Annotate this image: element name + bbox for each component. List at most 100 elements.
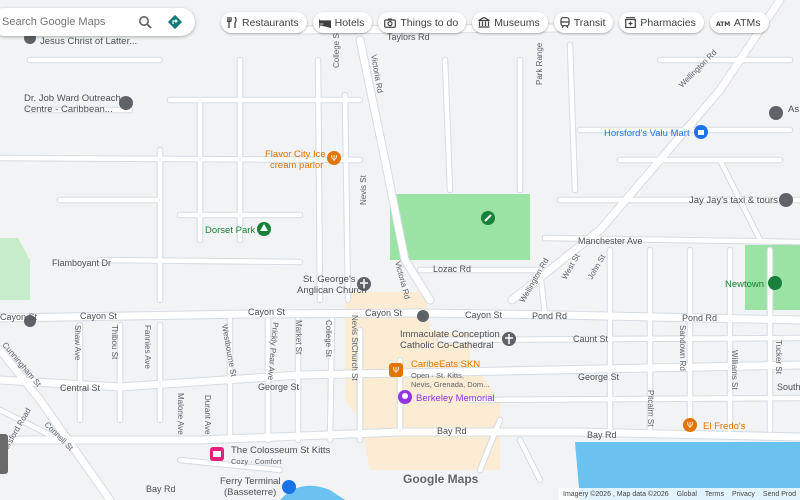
- street-label: Nevis St: [350, 315, 359, 346]
- chip-label: ATMs: [733, 16, 761, 29]
- chip-things-to-do[interactable]: Things to do: [378, 12, 467, 33]
- street-label: Cayon St: [248, 307, 286, 317]
- street-label: South: [777, 382, 800, 392]
- place-jesus[interactable]: Jesus Christ of Latter...: [40, 36, 137, 47]
- directions-icon[interactable]: [164, 11, 186, 33]
- street-label: College St: [324, 320, 333, 358]
- chip-label: Things to do: [400, 16, 459, 29]
- pin-elfredos[interactable]: Ψ: [683, 418, 697, 432]
- google-maps-logo: Google Maps: [403, 472, 479, 486]
- place-newtown[interactable]: Newtown: [725, 279, 764, 290]
- street-label: Williams St: [730, 350, 739, 390]
- place-berkeley[interactable]: Berkeley Memorial: [416, 393, 495, 404]
- pin-as[interactable]: [769, 106, 783, 120]
- street-label: Malone Ave: [176, 393, 185, 435]
- pin-berkeley[interactable]: [398, 390, 412, 404]
- street-label: Pond Rd: [532, 311, 568, 321]
- pin-flavor-city[interactable]: Ψ: [327, 151, 341, 165]
- street-label: Thibou St: [110, 325, 119, 360]
- global-link[interactable]: Global: [677, 491, 697, 498]
- pin-newtown[interactable]: [768, 276, 782, 290]
- place-elfredos[interactable]: El Fredo's: [703, 421, 745, 432]
- chip-label: Hotels: [334, 16, 365, 29]
- svg-text:ATM: ATM: [716, 21, 730, 27]
- street-label: Pond Rd: [682, 313, 718, 323]
- camera-icon: [384, 18, 397, 28]
- place-ferry-line1[interactable]: Ferry Terminal: [220, 476, 281, 487]
- pin-outreach[interactable]: [119, 96, 133, 110]
- place-outreach-line1[interactable]: Dr. Job Ward Outreach: [24, 93, 121, 104]
- search-input[interactable]: [0, 15, 134, 29]
- pin-caribeats[interactable]: Ψ: [389, 363, 403, 377]
- place-st-georges-line2[interactable]: Anglican Church: [297, 285, 367, 296]
- fork-knife-icon: [227, 17, 237, 28]
- pegman-tab[interactable]: [0, 434, 8, 474]
- street-label: Manchester Ave: [578, 236, 643, 246]
- place-as[interactable]: As: [788, 104, 799, 115]
- chip-restaurants[interactable]: Restaurants: [221, 12, 307, 33]
- street-label: Bay Rd: [587, 430, 617, 440]
- street-label: Pitcairn St: [646, 390, 655, 427]
- imagery-credit: Imagery ©2026 , Map data ©2026: [563, 490, 669, 498]
- search-icon[interactable]: [134, 11, 156, 33]
- chip-label: Museums: [494, 16, 540, 29]
- pin-jayjays[interactable]: [779, 193, 793, 207]
- pin-cayon-mid[interactable]: [417, 310, 429, 322]
- place-colosseum[interactable]: The Colosseum St Kitts: [231, 445, 330, 456]
- street-label: Cayon St: [80, 311, 118, 321]
- chip-hotels[interactable]: Hotels: [312, 12, 373, 33]
- place-ferry-line2[interactable]: (Basseterre): [224, 487, 276, 498]
- pin-colosseum[interactable]: [210, 447, 224, 461]
- street-label: Durant Ave: [203, 395, 212, 435]
- place-st-georges-line1[interactable]: St. George's: [303, 274, 356, 285]
- category-chips: Restaurants Hotels Things to do Museums …: [221, 12, 769, 33]
- place-dorset[interactable]: Dorset Park: [205, 225, 255, 236]
- place-caribeats-sub2: Nevis, Grenada, Dom...: [411, 380, 490, 389]
- place-caribeats[interactable]: CaribeEats SKN: [411, 359, 480, 370]
- street-label: Tucker St: [774, 340, 783, 375]
- street-label: Sandown Rd: [678, 325, 687, 371]
- map-canvas[interactable]: Victoria Rd College St Nevis St Park Ran…: [0, 0, 800, 500]
- place-outreach-line2[interactable]: Centre - Caribbean...: [24, 104, 113, 115]
- place-immaculate-line2[interactable]: Catholic Co-Cathedral: [400, 340, 493, 351]
- chip-label: Pharmacies: [640, 16, 696, 29]
- street-label: George St: [258, 382, 300, 392]
- street-label: Market St: [294, 320, 303, 355]
- street-label: Nevis St: [359, 174, 368, 205]
- privacy-link[interactable]: Privacy: [732, 491, 755, 498]
- pin-ferry[interactable]: [282, 480, 296, 494]
- street-label: Lozac Rd: [433, 264, 472, 274]
- chip-museums[interactable]: Museums: [472, 12, 548, 33]
- place-flavor-line2[interactable]: cream parlor: [270, 160, 323, 171]
- chip-pharmacies[interactable]: Pharmacies: [619, 12, 704, 33]
- street-label: Flamboyant Dr: [52, 258, 112, 268]
- street-label: College St: [332, 30, 341, 68]
- chip-atms[interactable]: ATM ATMs: [709, 12, 769, 33]
- street-label: Bay Rd: [146, 484, 176, 494]
- place-jayjays[interactable]: Jay Jay's taxi & tours: [689, 195, 778, 206]
- chip-transit[interactable]: Transit: [553, 12, 614, 33]
- send-feedback-link[interactable]: Send Prod: [763, 491, 796, 498]
- place-horsfords[interactable]: Horsford's Valu Mart: [604, 128, 690, 139]
- place-immaculate-line1[interactable]: Immaculate Conception: [400, 329, 500, 340]
- train-icon: [560, 17, 570, 28]
- pharmacy-icon: [625, 17, 637, 28]
- pin-park[interactable]: [481, 211, 495, 225]
- place-flavor-line1[interactable]: Flavor City Ice: [265, 149, 326, 160]
- street-label: Shaw Ave: [73, 325, 82, 361]
- street-label: Bay Rd: [437, 426, 467, 436]
- street-label: Central St: [60, 383, 101, 393]
- museum-icon: [478, 17, 490, 28]
- search-box[interactable]: [0, 8, 195, 36]
- street-label: Cayon St: [365, 308, 403, 318]
- pin-horsfords[interactable]: [694, 125, 708, 139]
- chip-label: Restaurants: [242, 16, 299, 29]
- map-footer: Imagery ©2026 , Map data ©2026 Global Te…: [559, 488, 800, 500]
- terms-link[interactable]: Terms: [705, 491, 724, 498]
- pin-dorset-park[interactable]: [257, 222, 271, 236]
- place-colosseum-sub: Cozy · Comfort: [231, 457, 282, 466]
- street-label: Park Range: [535, 42, 544, 85]
- street-label: Fannies Ave: [143, 325, 152, 369]
- svg-text:Ψ: Ψ: [393, 366, 399, 375]
- pin-immaculate[interactable]: [502, 332, 516, 346]
